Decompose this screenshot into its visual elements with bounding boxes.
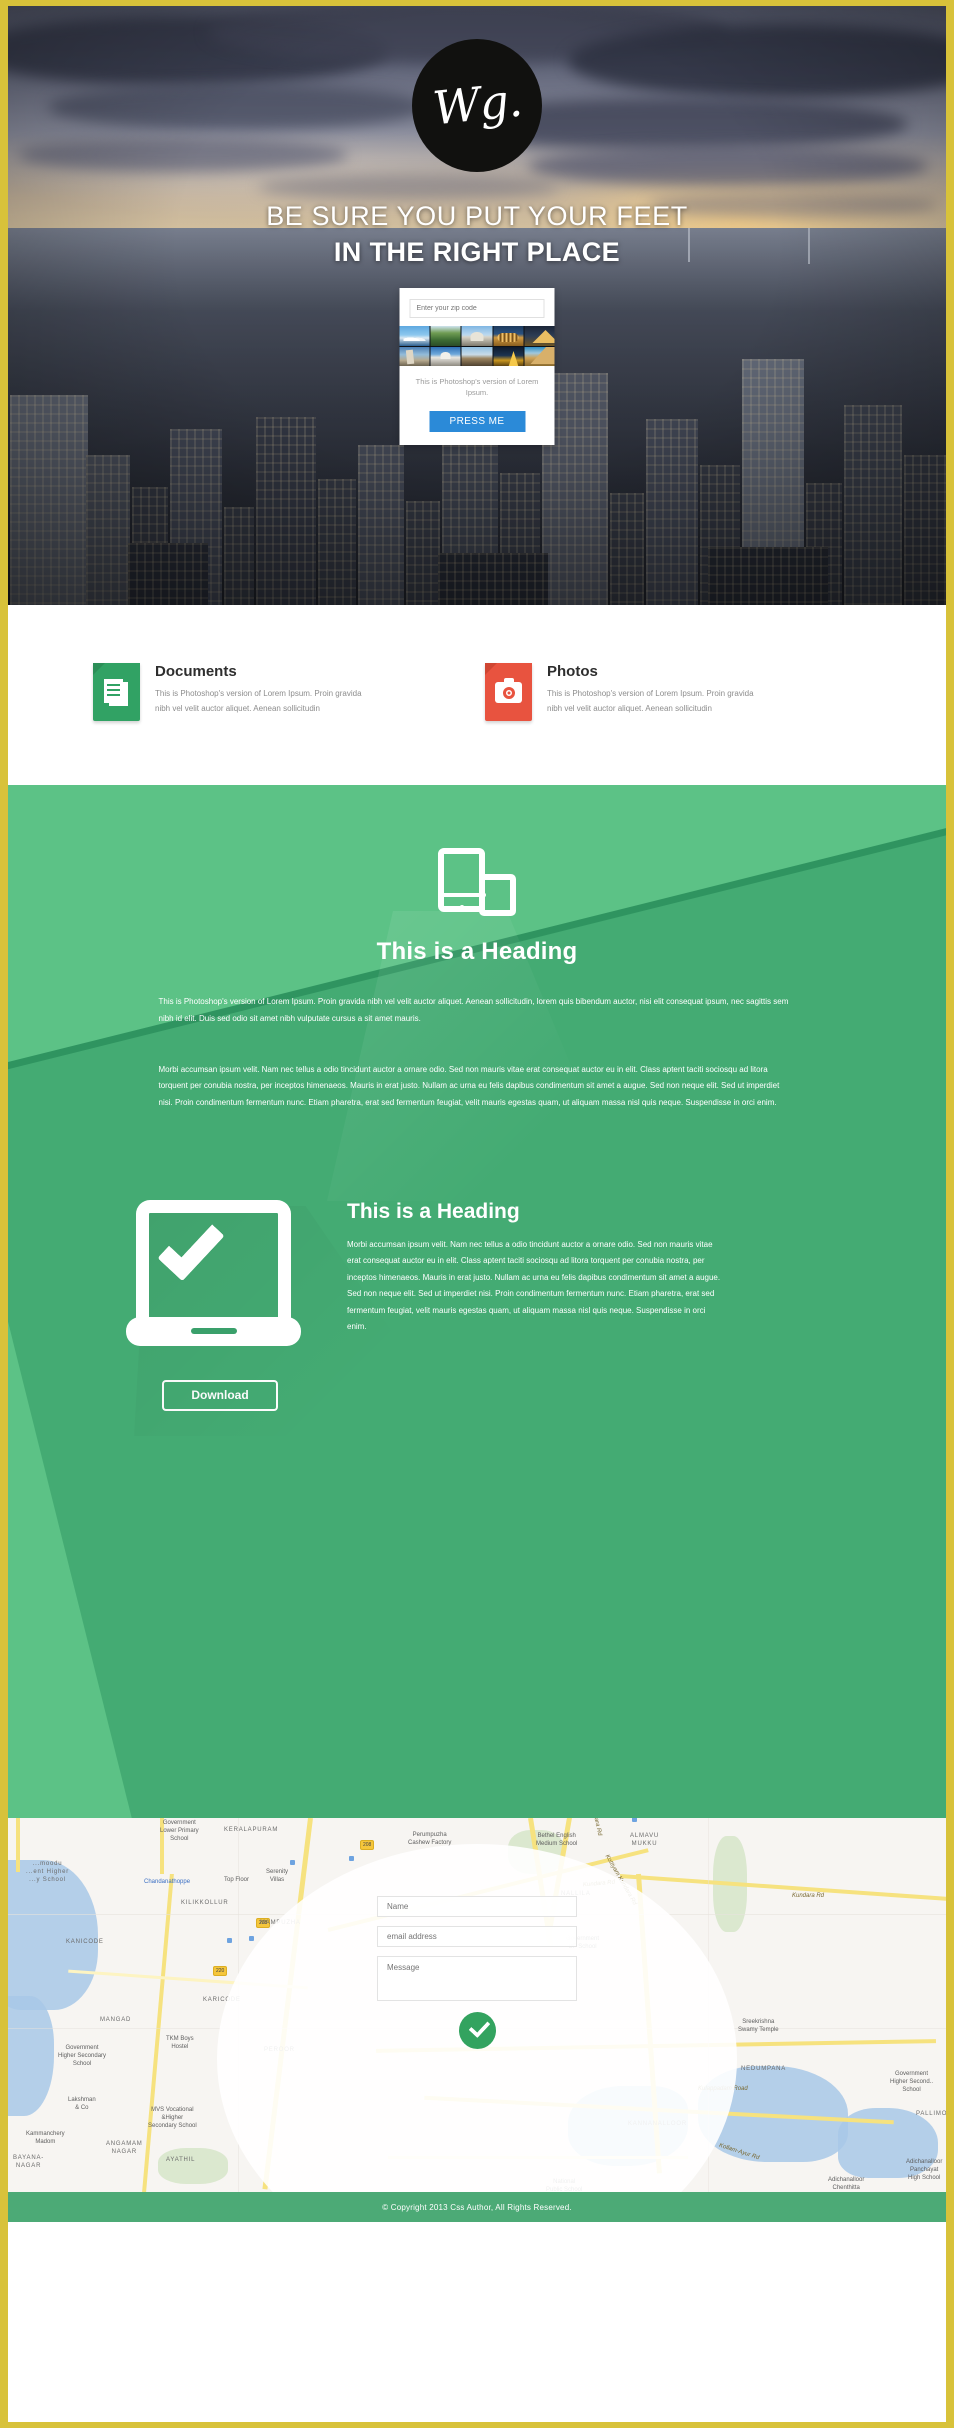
hero-headline: BE SURE YOU PUT YOUR FEET IN THE RIGHT P… (8, 198, 946, 271)
green-content-section: This is a Heading This is Photoshop's ve… (8, 785, 946, 1818)
hero-headline-line2: IN THE RIGHT PLACE (333, 237, 621, 268)
thumbnail-louvre-pyramid (524, 326, 555, 346)
map-label: AYATHIL (166, 2157, 196, 2163)
map-label: ALMAVU MUKKU (630, 1833, 660, 1848)
map-label: Bethel English Medium School (536, 1833, 578, 1848)
brand-logo[interactable]: Wg. (412, 39, 542, 172)
map-label: Government Higher Second.. School (890, 2071, 934, 2094)
map-label: Government Higher Secondary School (58, 2045, 107, 2068)
map-label: KERALAPURAM (224, 1827, 279, 1833)
map-contact-section[interactable]: 208 208 220 Government Lower Primary Schoo… (8, 1818, 946, 2192)
map-label: Top Floor (224, 1877, 250, 1883)
thumbnail-leaning-tower-of-pisa (399, 346, 430, 366)
features-section: Documents This is Photoshop's version of… (8, 605, 946, 785)
contact-form (377, 1896, 577, 2049)
site-footer: © Copyright 2013 Css Author, All Rights … (8, 2192, 946, 2222)
feature-body: This is Photoshop's version of Lorem Ips… (155, 689, 362, 713)
green-section-paragraph-1: This is Photoshop's version of Lorem Ips… (158, 997, 789, 1023)
map-label: PALLIMON (916, 2111, 946, 2117)
hero-section: Wg. BE SURE YOU PUT YOUR FEET IN THE RIG… (8, 6, 946, 605)
map-label: Kammanchery Madom (26, 2131, 65, 2146)
zip-code-input[interactable] (409, 299, 545, 318)
map-label: TKM Boys Hostel (166, 2036, 194, 2051)
press-me-button[interactable]: PRESS ME (429, 410, 525, 432)
map-label: Sreekrishna Swamy Temple (738, 2019, 779, 2034)
map-label: Chandanathoppe (144, 1879, 191, 1885)
map-label: Kundara Rd (589, 1818, 603, 1837)
map-label: Lakshman & Co (68, 2097, 96, 2112)
hero-headline-line1: BE SURE YOU PUT YOUR FEET (266, 201, 688, 231)
document-file-icon (93, 663, 140, 721)
tablet-and-phone-icon (438, 848, 516, 916)
map-label: Kundara Rd (792, 1893, 825, 1899)
map-label: ANGAMAM NAGAR (106, 2141, 143, 2156)
thumbnail-eiffel-tower (493, 346, 524, 366)
contact-email-input[interactable] (377, 1926, 577, 1947)
feature-title: Documents (155, 663, 237, 680)
map-route-shield: 208 (360, 1840, 375, 1850)
feature-photos: Photos This is Photoshop's version of Lo… (485, 663, 825, 785)
map-label: Adichanalloor Chenthitta (828, 2177, 865, 2192)
landmark-thumbnail-strip (399, 326, 555, 366)
map-label: Serenity Villas (266, 1869, 289, 1884)
green-section-heading: This is a Heading (376, 938, 578, 965)
zip-form-note: This is Photoshop's version of Lorem Ips… (415, 377, 539, 398)
thumbnail-giza-pyramids (524, 346, 555, 366)
map-water (8, 1996, 54, 2116)
contact-message-textarea[interactable] (377, 1956, 577, 2001)
thumbnail-sacre-coeur (461, 326, 493, 346)
zip-signup-card: This is Photoshop's version of Lorem Ips… (399, 288, 555, 445)
map-road (16, 1818, 20, 1872)
map-road (619, 1874, 946, 1908)
thumbnail-rock-formation (461, 346, 493, 366)
map-road (142, 1874, 174, 2192)
download-section-heading: This is a Heading (347, 1199, 520, 1223)
thumbnail-mountain-lake (430, 326, 461, 346)
map-label: ...moodu ...ent Higher ...y School (26, 1861, 70, 1884)
map-label: MANGAD (100, 2017, 132, 2023)
map-label: BAYANA- NAGAR (13, 2155, 45, 2170)
map-route-shield: 220 (213, 1966, 228, 1976)
map-label: KANICODE (66, 1939, 104, 1945)
contact-name-input[interactable] (377, 1896, 577, 1917)
checkmark-submit-icon[interactable] (458, 2012, 496, 2049)
brand-logo-text: Wg. (430, 72, 524, 135)
download-section: This is a Heading Morbi accumsan ipsum v… (8, 1112, 946, 1436)
map-label: Adichanalloor Panchayat High School (906, 2159, 943, 2182)
thumbnail-taj-mahal (430, 346, 461, 366)
thumbnail-colosseum (493, 326, 524, 346)
map-label: Government Lower Primary School (160, 1820, 199, 1843)
download-section-paragraph: Morbi accumsan ipsum velit. Nam nec tell… (347, 1239, 721, 1331)
laptop-checkmark-icon (126, 1199, 464, 1436)
map-park (158, 2148, 228, 2184)
page-root: Wg. BE SURE YOU PUT YOUR FEET IN THE RIG… (8, 6, 946, 2422)
green-section-paragraph-2: Morbi accumsan ipsum velit. Nam nec tell… (158, 1064, 780, 1108)
photo-camera-file-icon (485, 663, 532, 721)
footer-copyright: © Copyright 2013 Css Author, All Rights … (382, 2202, 572, 2212)
feature-body: This is Photoshop's version of Lorem Ips… (547, 689, 754, 713)
map-label: MVS Vocational &Higher Secondary School (148, 2107, 197, 2130)
map-label: KILIKKOLLUR (181, 1900, 229, 1906)
feature-title: Photos (547, 663, 598, 680)
thumbnail-sydney-opera-house (399, 326, 430, 346)
map-label: NEDUMPANA (741, 2066, 787, 2072)
feature-documents: Documents This is Photoshop's version of… (93, 663, 433, 785)
